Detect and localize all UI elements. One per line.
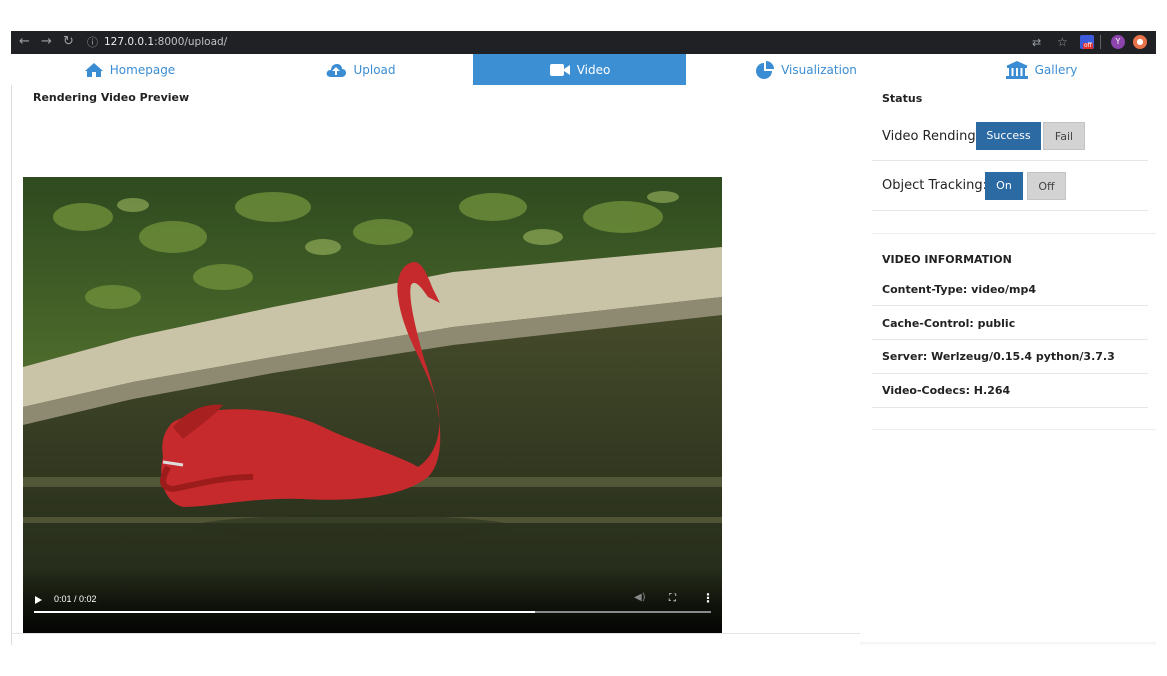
page-title: Rendering Video Preview xyxy=(33,91,190,104)
profile-avatar[interactable]: Y xyxy=(1111,35,1125,49)
fail-button[interactable]: Fail xyxy=(1043,122,1085,150)
more-options-icon[interactable]: ⋮ xyxy=(702,591,714,605)
url-path: :8000/upload/ xyxy=(154,36,228,48)
success-button[interactable]: Success xyxy=(976,122,1041,150)
nav-upload[interactable]: Upload xyxy=(248,54,473,85)
info-icon[interactable]: ⓘ xyxy=(87,35,98,51)
divider xyxy=(872,160,1148,161)
video-frame xyxy=(23,177,722,633)
status-heading: Status xyxy=(882,92,923,105)
pie-chart-icon xyxy=(756,60,775,79)
back-arrow-icon[interactable]: ← xyxy=(19,34,30,50)
main-navbar: Homepage Upload Video Visualization Gall… xyxy=(11,54,1156,85)
play-icon[interactable] xyxy=(35,596,42,604)
object-tracking-label: Object Tracking: xyxy=(882,178,987,193)
nav-visualization[interactable]: Visualization xyxy=(686,54,926,85)
video-camera-icon xyxy=(549,63,570,76)
home-icon xyxy=(84,62,103,77)
volume-icon[interactable]: ◀︎) xyxy=(634,592,646,603)
video-progress-fill xyxy=(34,611,535,613)
nav-video[interactable]: Video xyxy=(473,54,686,85)
tracking-off-button[interactable]: Off xyxy=(1027,172,1066,200)
nav-label: Visualization xyxy=(781,62,857,77)
translate-icon[interactable]: ⇄ xyxy=(1032,35,1041,51)
panel-bottom-shadow xyxy=(860,642,1156,646)
video-rendering-label: Video Rending: xyxy=(882,129,980,144)
nav-label: Video xyxy=(576,62,611,77)
reload-icon[interactable]: ↻ xyxy=(63,34,74,50)
extension-icon[interactable]: off xyxy=(1080,35,1094,49)
forward-arrow-icon[interactable]: → xyxy=(41,34,52,50)
info-video-codecs: Video-Codecs: H.264 xyxy=(882,384,1011,397)
video-progress-bar[interactable] xyxy=(34,611,711,613)
info-cache-control: Cache-Control: public xyxy=(882,317,1016,330)
video-info-heading: VIDEO INFORMATION xyxy=(882,253,1012,266)
bookmark-star-icon[interactable]: ☆ xyxy=(1057,34,1068,50)
nav-label: Upload xyxy=(353,62,396,77)
bank-icon xyxy=(1005,60,1028,79)
toolbar-divider xyxy=(1100,35,1101,49)
address-bar[interactable]: 127.0.0.1:8000/upload/ xyxy=(104,35,227,50)
nav-label: Homepage xyxy=(109,62,176,77)
info-server: Server: Werlzeug/0.15.4 python/3.7.3 xyxy=(882,350,1115,363)
record-icon[interactable]: ● xyxy=(1133,35,1147,49)
video-time: 0:01 / 0:02 xyxy=(54,594,97,604)
divider xyxy=(872,233,1156,234)
divider xyxy=(872,210,1148,211)
divider xyxy=(872,373,1148,374)
divider xyxy=(872,429,1156,430)
nav-homepage[interactable]: Homepage xyxy=(11,54,248,85)
nav-gallery[interactable]: Gallery xyxy=(926,54,1156,85)
nav-label: Gallery xyxy=(1034,62,1078,77)
content-bottom-rule xyxy=(11,633,860,634)
video-controls: 0:01 / 0:02 ◀︎) ⛶ ⋮ xyxy=(23,570,722,633)
tracking-on-button[interactable]: On xyxy=(985,172,1023,200)
divider xyxy=(872,339,1148,340)
fullscreen-icon[interactable]: ⛶ xyxy=(669,593,676,604)
video-player[interactable]: 0:01 / 0:02 ◀︎) ⛶ ⋮ xyxy=(23,177,722,633)
divider xyxy=(872,305,1148,306)
content-left-border xyxy=(11,85,12,645)
cloud-upload-icon xyxy=(327,63,347,77)
info-content-type: Content-Type: video/mp4 xyxy=(882,283,1036,296)
extension-badge: off xyxy=(1083,42,1093,49)
url-host: 127.0.0.1 xyxy=(104,36,155,48)
divider xyxy=(872,407,1148,408)
browser-toolbar: ← → ↻ ⓘ 127.0.0.1:8000/upload/ ⇄ ☆ off Y… xyxy=(11,31,1156,54)
